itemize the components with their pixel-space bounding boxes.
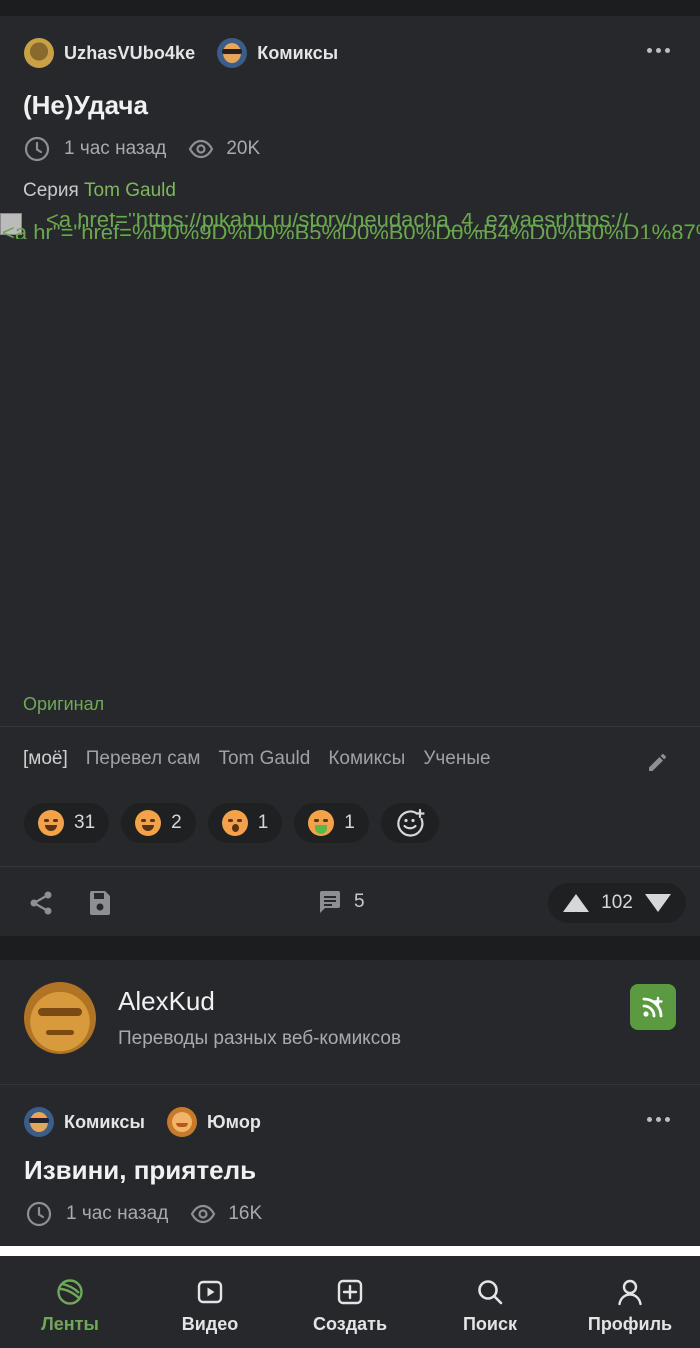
reaction-count: 1 <box>344 812 355 833</box>
post-views: 16K <box>228 1203 263 1224</box>
reaction-laughing[interactable]: 31 <box>24 803 110 843</box>
community-name[interactable]: Юмор <box>207 1112 261 1133</box>
image-placeholder-strip <box>0 1246 700 1256</box>
reaction-shocked[interactable]: 1 <box>207 803 283 843</box>
comments-count: 5 <box>354 891 365 912</box>
series-link[interactable]: Tom Gauld <box>84 180 176 201</box>
save-icon[interactable] <box>88 890 112 921</box>
tag[interactable]: Ученые <box>423 748 490 770</box>
nav-label: Ленты <box>41 1314 99 1334</box>
downvote-icon[interactable] <box>644 893 672 913</box>
reaction-vomiting[interactable]: 1 <box>294 803 369 843</box>
tag[interactable]: [моё] <box>23 748 68 770</box>
post-card: UzhasVUbo4ke Комиксы (Не)Удача 1 час наз… <box>0 16 700 936</box>
create-icon <box>336 1276 364 1308</box>
comment-icon <box>320 891 340 913</box>
reaction-count: 2 <box>171 812 182 833</box>
feeds-icon <box>56 1276 84 1308</box>
rating-control: 102 <box>548 883 686 923</box>
nav-label: Создать <box>312 1314 388 1334</box>
search-icon <box>476 1276 504 1308</box>
profile-name[interactable]: AlexKud <box>118 986 215 1017</box>
nav-profile[interactable]: Профиль <box>560 1256 700 1348</box>
broken-html-text: <a hr"="href=%D0%9D%D0%B5%D0%B0%D0%B4%D0… <box>2 220 700 240</box>
clock-icon <box>26 1201 52 1227</box>
share-icon[interactable] <box>28 890 54 921</box>
profile-avatar[interactable] <box>24 982 96 1054</box>
eye-icon <box>191 1204 216 1224</box>
author-name[interactable]: UzhasVUbo4ke <box>64 43 195 64</box>
community-avatar[interactable] <box>24 1107 54 1137</box>
post-time: 1 час назад <box>64 138 167 159</box>
community-avatar[interactable] <box>166 1107 197 1137</box>
post-title[interactable]: Извини, приятель <box>24 1155 256 1186</box>
tag[interactable]: Комиксы <box>328 748 405 770</box>
post-views: 20K <box>226 138 261 159</box>
clock-icon <box>24 136 50 162</box>
tag-list: [моё] Перевел сам Tom Gauld Комиксы Учен… <box>23 748 491 770</box>
series-line: Серия Tom Gauld <box>23 180 176 202</box>
subscribe-button[interactable] <box>630 984 676 1030</box>
post-header: UzhasVUbo4ke Комиксы <box>24 38 360 68</box>
author-profile-card: AlexKud Переводы разных веб-комиксов <box>0 960 700 1084</box>
vomiting-face-icon <box>308 810 335 836</box>
nav-feeds[interactable]: Ленты <box>0 1256 140 1348</box>
add-emoji-icon <box>397 808 425 837</box>
original-link[interactable]: Оригинал <box>23 694 104 715</box>
subscribe-rss-icon <box>642 996 663 1018</box>
divider <box>0 726 700 727</box>
post-meta: 1 час назад 20K <box>24 136 260 162</box>
tag[interactable]: Tom Gauld <box>218 748 310 770</box>
upvote-icon[interactable] <box>562 893 590 913</box>
nav-search[interactable]: Поиск <box>420 1256 560 1348</box>
bottom-navigation: Ленты Видео Создать Поиск Профиль <box>0 1256 700 1348</box>
community-name[interactable]: Комиксы <box>64 1112 145 1133</box>
edit-tags-icon[interactable] <box>646 750 670 779</box>
nav-video[interactable]: Видео <box>140 1256 280 1348</box>
post-meta: 1 час назад 16K <box>26 1201 262 1227</box>
reaction-grinning[interactable]: 2 <box>121 803 196 843</box>
laughing-face-icon <box>38 810 64 836</box>
series-label: Серия <box>23 180 79 201</box>
comments-button[interactable]: 5 <box>318 890 365 914</box>
post-header: Комиксы Юмор <box>24 1107 283 1137</box>
nav-label: Видео <box>181 1314 239 1334</box>
grinning-face-icon <box>135 810 162 836</box>
community-name[interactable]: Комиксы <box>257 43 338 64</box>
post-actions: 5 102 <box>0 866 700 936</box>
more-options-icon[interactable] <box>647 1117 670 1122</box>
post-title[interactable]: (Не)Удача <box>23 90 148 121</box>
reaction-count: 1 <box>257 812 269 833</box>
tag[interactable]: Перевел сам <box>86 748 201 770</box>
reactions-bar: 31 2 1 1 <box>24 803 439 843</box>
nav-label: Поиск <box>462 1314 518 1334</box>
post-time: 1 час назад <box>66 1203 169 1224</box>
broken-image-embed: <a href="https://pikabu.ru/story/neudach… <box>0 213 700 239</box>
shocked-face-icon <box>221 810 248 836</box>
author-avatar[interactable] <box>24 38 54 68</box>
rating-value: 102 <box>601 892 633 913</box>
community-avatar[interactable] <box>217 38 248 68</box>
profile-description: Переводы разных веб-комиксов <box>118 1028 402 1049</box>
reaction-count: 31 <box>74 812 96 833</box>
more-options-icon[interactable] <box>647 48 670 53</box>
eye-icon <box>189 139 214 159</box>
nav-label: Профиль <box>587 1314 673 1334</box>
post-card: Комиксы Юмор Извини, приятель 1 час наза… <box>0 1085 700 1247</box>
nav-create[interactable]: Создать <box>280 1256 420 1348</box>
add-reaction-button[interactable] <box>380 803 439 843</box>
profile-icon <box>616 1276 644 1308</box>
video-icon <box>196 1276 224 1308</box>
